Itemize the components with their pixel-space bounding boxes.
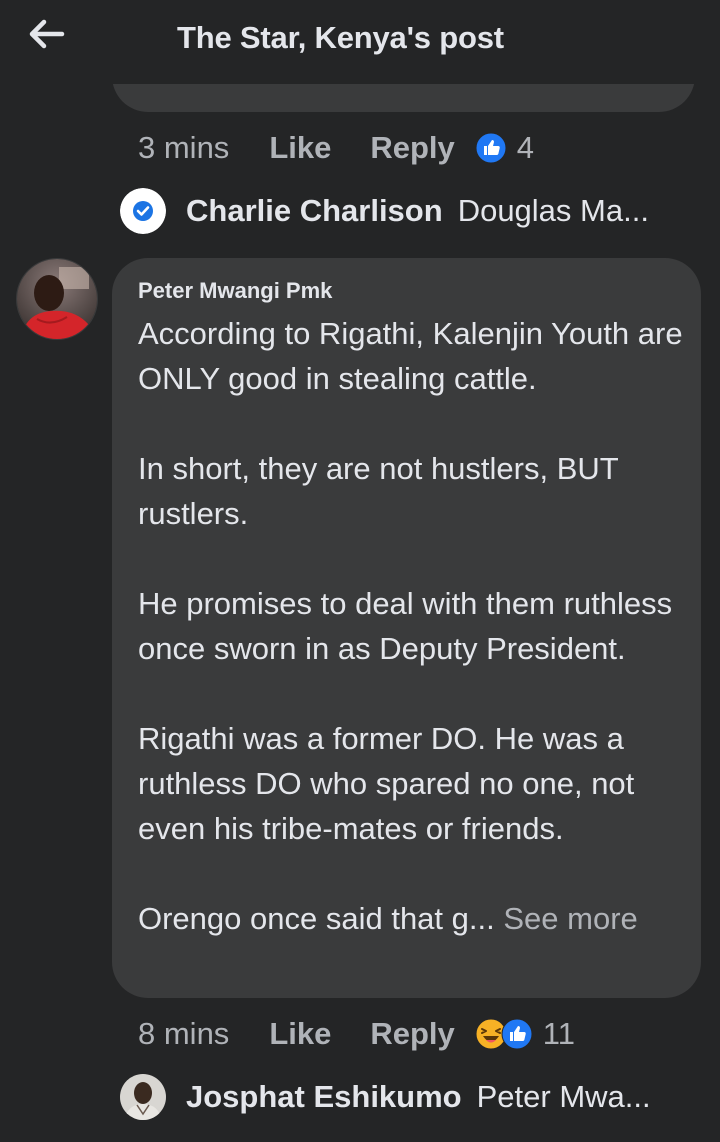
comment-author[interactable]: Peter Mwangi Pmk: [138, 278, 332, 304]
comment-timestamp: 3 mins: [138, 130, 230, 165]
reply-button[interactable]: Reply: [370, 1016, 454, 1052]
like-button[interactable]: Like: [269, 1016, 331, 1052]
reply-button[interactable]: Reply: [370, 130, 454, 166]
reply-author[interactable]: Charlie Charlison: [186, 193, 443, 229]
comment-paragraph: He promises to deal with them ruthless o…: [138, 586, 673, 666]
comment-bubble: Peter Mwangi Pmk According to Rigathi, K…: [112, 258, 701, 998]
reply-preview[interactable]: Josphat Eshikumo Peter Mwa...: [120, 1073, 651, 1121]
comment-paragraph: Rigathi was a former DO. He was a ruthle…: [138, 721, 635, 846]
reply-snippet: Douglas Ma...: [457, 193, 649, 228]
reply-preview[interactable]: Charlie Charlison Douglas Ma...: [120, 187, 649, 235]
back-button[interactable]: [22, 14, 72, 58]
comment-paragraph: Orengo once said that g...: [138, 901, 495, 936]
comment-text: According to Rigathi, Kalenjin Youth are…: [138, 311, 686, 941]
reply-author[interactable]: Josphat Eshikumo: [186, 1079, 462, 1115]
comment-actions: 8 mins Like Reply 11: [138, 1014, 575, 1054]
comment-timestamp: 8 mins: [138, 1016, 230, 1051]
like-icon: [501, 1018, 533, 1050]
previous-comment-actions: 3 mins Like Reply 4: [138, 128, 534, 168]
reaction-count[interactable]: 11: [543, 1016, 575, 1052]
like-button[interactable]: Like: [269, 130, 331, 166]
avatar[interactable]: [16, 258, 98, 340]
comment-paragraph-truncated: Orengo once said that g... See more: [138, 896, 686, 941]
top-bar: The Star, Kenya's post: [0, 0, 720, 84]
reply-snippet: Peter Mwa...: [476, 1079, 651, 1114]
like-icon: [475, 132, 507, 164]
avatar: [120, 1074, 166, 1120]
see-more-link[interactable]: See more: [503, 901, 637, 936]
comment-paragraph: According to Rigathi, Kalenjin Youth are…: [138, 316, 683, 396]
page-title: The Star, Kenya's post: [177, 20, 504, 55]
back-arrow-icon: [28, 19, 66, 54]
comment-paragraph: In short, they are not hustlers, BUT rus…: [138, 451, 619, 531]
avatar: [120, 188, 166, 234]
reaction-count[interactable]: 4: [517, 130, 534, 166]
